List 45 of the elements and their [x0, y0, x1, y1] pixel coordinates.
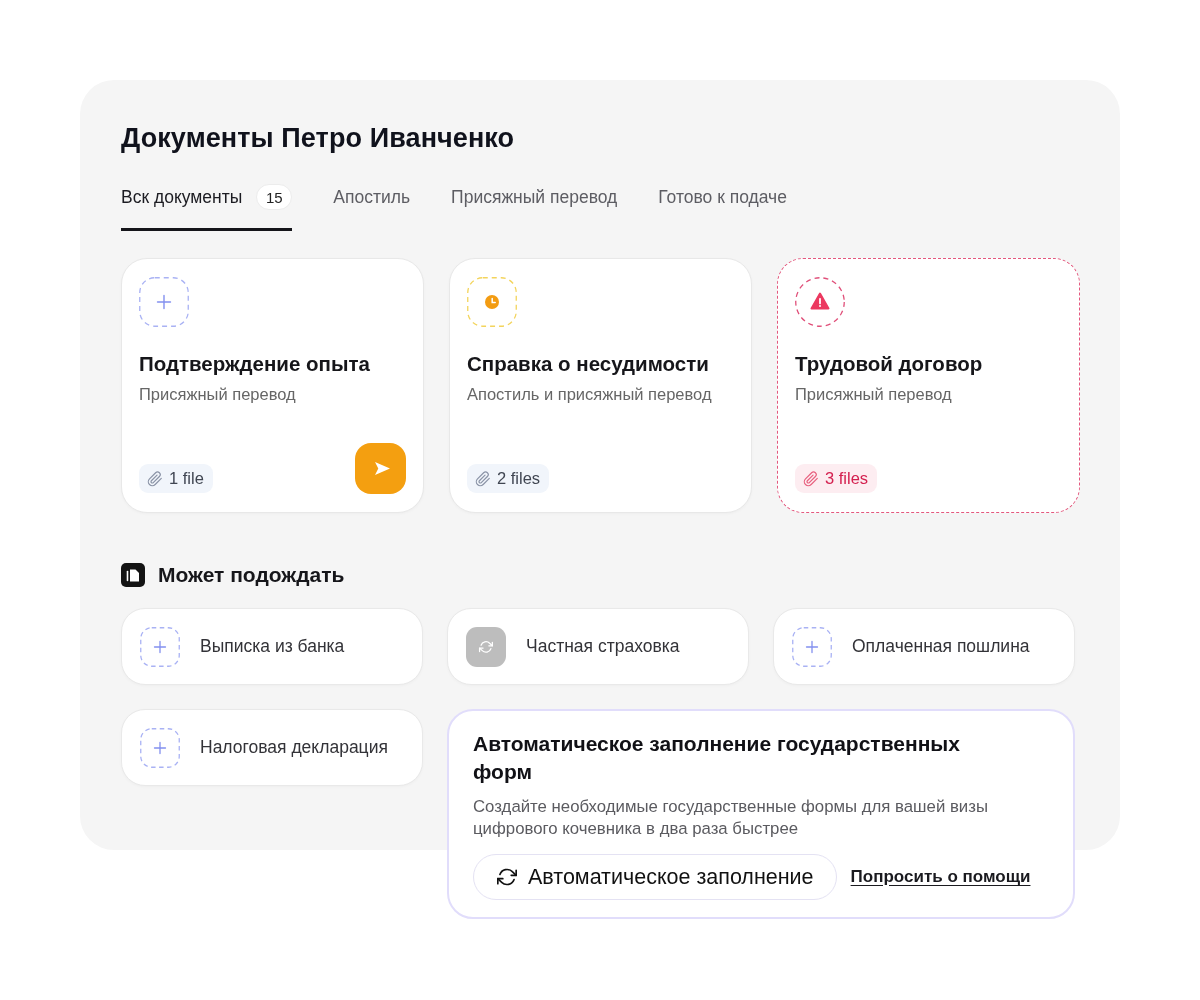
file-count: 3 files [825, 469, 869, 488]
section-title: Может подождать [158, 562, 345, 588]
document-title: Выписка из банка [200, 636, 345, 657]
document-card[interactable]: Справка о несудимости Апостиль и присяжный перевод 2 files [449, 258, 752, 513]
plus-icon [140, 727, 180, 768]
warning-icon [795, 277, 845, 327]
document-card[interactable]: Трудовой договор Присяжный перевод 3 files [777, 258, 1080, 513]
document-title: Трудовой договор [795, 351, 984, 377]
page-title: Документы Петро Иванченко [121, 122, 516, 154]
document-title: Частная страховка [526, 636, 680, 657]
document-card[interactable]: Подтверждение опыта Присяжный перевод 1 file [121, 258, 424, 513]
document-card[interactable]: Налоговая декларация [121, 709, 423, 786]
tab[interactable]: Готово к подаче [658, 184, 787, 231]
document-subtitle: Присяжный перевод [795, 384, 953, 404]
tab-count: 15 [256, 184, 293, 210]
document-title: Справка о несудимости [467, 351, 710, 377]
file-count: 1 file [169, 469, 204, 488]
document-title: Подтверждение опыта [139, 351, 371, 377]
document-card[interactable]: Выписка из банка [121, 608, 423, 685]
document-title: Оплаченная пошлина [852, 636, 1030, 657]
paperclip-icon [803, 470, 819, 487]
plus-icon [139, 277, 189, 327]
tab[interactable]: Апостиль [333, 184, 411, 231]
refresh-icon [466, 626, 506, 667]
refresh-icon [497, 867, 517, 887]
autofill-description: Создайте необходимые государственные формы для вашей визы цифрового кочевника в два раза быстрее [473, 796, 989, 840]
autofill-button[interactable]: Автоматическое заполнение [473, 854, 837, 900]
paperclip-icon [475, 470, 491, 487]
plus-icon [140, 626, 180, 667]
document-subtitle: Апостиль и присяжный перевод [467, 384, 713, 404]
file-count: 2 files [497, 469, 541, 488]
document-card[interactable]: Частная страховка [447, 608, 749, 685]
plus-icon [792, 626, 832, 667]
send-icon [373, 461, 391, 476]
document-title: Налоговая декларация [200, 737, 388, 758]
autofill-title: Автоматическое заполнение государственных форм [473, 731, 961, 785]
paperclip-icon [147, 470, 163, 487]
documents-icon [121, 563, 145, 587]
help-link[interactable]: Попросить о помощи [850, 867, 1031, 887]
send-button[interactable] [355, 443, 406, 494]
document-subtitle: Присяжный перевод [139, 384, 297, 404]
clock-icon [467, 277, 517, 327]
tab[interactable]: Вск документы 15 [121, 184, 293, 231]
document-card[interactable]: Оплаченная пошлина [773, 608, 1075, 685]
tab[interactable]: Присяжный перевод [451, 184, 618, 231]
